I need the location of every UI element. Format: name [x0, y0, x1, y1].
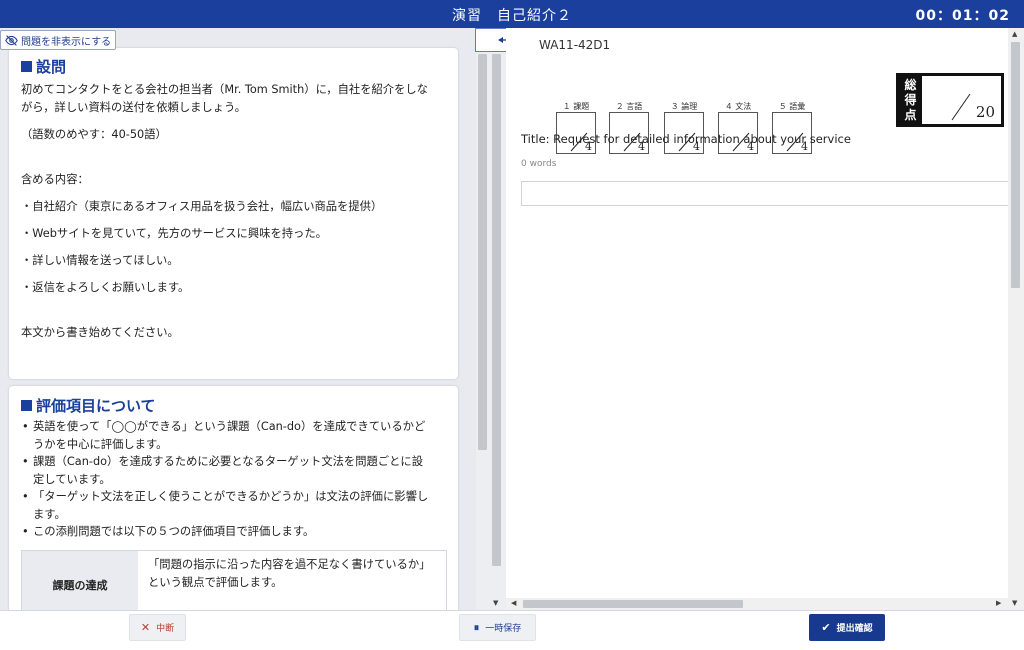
question-card: 設問 初めてコンタクトをとる会社の担当者（Mr. Tom Smith）に，自社を…: [9, 48, 458, 379]
answer-input[interactable]: [521, 181, 1008, 206]
question-line: 本文から書き始めてください。: [21, 326, 179, 339]
question-line: ・返信をよろしくお願いします。: [21, 281, 190, 294]
hide-question-button[interactable]: 問題を非表示にする: [0, 30, 117, 50]
question-line: [21, 153, 446, 162]
close-x-icon: ✕: [140, 621, 151, 634]
total-score-area: 20: [922, 76, 1001, 124]
heading-square-icon: [21, 400, 32, 411]
question-line: 初めてコンタクトをとる会社の担当者（Mr. Tom Smith）に，自社を紹介を…: [21, 83, 428, 96]
question-line: ・Webサイトを見ていて，先方のサービスに興味を持った。: [21, 227, 327, 240]
question-line: [21, 216, 446, 225]
scroll-up-arrow-icon[interactable]: ▲: [1012, 30, 1017, 38]
page-title: 演習 自己紹介２: [452, 8, 572, 24]
question-heading: 設問: [21, 56, 446, 77]
answer-pane: WA11-42D1 １ 課題 4 ２ 言語 4 ３ 論理 4 ４ 文法 4 ５ 語彙 4 総 得 …: [506, 28, 1008, 598]
question-line: ・自社紹介（東京にあるオフィス用品を扱う会社，幅広い商品を提供）: [21, 200, 383, 213]
answer-horizontal-scrollbar[interactable]: ◀ ▶: [506, 598, 1008, 610]
scroll-left-arrow-icon[interactable]: ◀: [511, 599, 516, 607]
evaluation-list: 英語を使って「◯◯ができる」という課題（Can-do）を達成できているかどうかを…: [21, 418, 446, 541]
scroll-right-arrow-icon[interactable]: ▶: [996, 599, 1001, 607]
evaluation-card: 評価項目について 英語を使って「◯◯ができる」という課題（Can-do）を達成で…: [9, 386, 458, 610]
question-line: ・詳しい情報を送ってほしい。: [21, 254, 179, 267]
submit-confirm-button[interactable]: ✔ 提出確認: [809, 614, 885, 641]
question-line: [21, 144, 446, 153]
table-header-cell: 課題の達成: [22, 551, 138, 610]
evaluation-heading: 評価項目について: [21, 395, 446, 416]
list-item: 英語を使って「◯◯ができる」という課題（Can-do）を達成できているかどうかを…: [21, 418, 446, 453]
question-line: [21, 270, 446, 279]
timer: 00：01：02: [915, 8, 1010, 24]
score-label: ３ 論理: [670, 102, 698, 111]
list-item: この添削問題では以下の５つの評価項目で評価します。: [21, 523, 446, 541]
list-item: 「ターゲット文法を正しく使うことができるかどうか」は文法の評価に影響します。: [21, 488, 446, 523]
problem-code: WA11-42D1: [539, 38, 611, 52]
question-pane: 設問 初めてコンタクトをとる会社の担当者（Mr. Tom Smith）に，自社を…: [0, 28, 476, 610]
suspend-button[interactable]: ✕ 中断: [129, 614, 186, 641]
total-score-box: 総 得 点 20: [896, 73, 1004, 127]
score-label: ４ 文法: [724, 102, 752, 111]
scroll-down-arrow-icon[interactable]: ▼: [1012, 599, 1017, 607]
heading-square-icon: [21, 61, 32, 72]
word-count: 0 words: [521, 159, 557, 169]
question-line: [21, 162, 446, 171]
check-icon: ✔: [821, 621, 831, 634]
table-cell: 「問題の指示に沿った内容を過不足なく書けているか」 という観点で評価します。: [148, 558, 431, 589]
question-line: 含める内容：: [21, 173, 89, 186]
question-line: [21, 117, 446, 126]
score-label: ５ 語彙: [778, 102, 806, 111]
answer-scrollbar[interactable]: ▲ ▼: [1008, 28, 1024, 610]
question-line: [21, 243, 446, 252]
question-text: 初めてコンタクトをとる会社の担当者（Mr. Tom Smith）に，自社を紹介を…: [21, 81, 446, 342]
essay-title: Title: Request for detailed information …: [521, 132, 851, 146]
eye-slash-icon: [5, 34, 18, 46]
question-line: [21, 189, 446, 198]
pause-icon: ⏸: [473, 620, 480, 634]
question-line: [21, 315, 446, 324]
scrollbar-thumb[interactable]: [523, 600, 743, 608]
question-line: （語数のめやす：40-50語）: [21, 128, 167, 141]
temporary-save-button[interactable]: ⏸ 一時保存: [459, 614, 536, 641]
scrollbar-thumb[interactable]: [492, 54, 501, 566]
scrollbar-thumb[interactable]: [1011, 42, 1020, 288]
evaluation-table: 課題の達成 「問題の指示に沿った内容を過不足なく書けているか」 という観点で評価…: [21, 550, 447, 610]
question-line: [21, 306, 446, 315]
footer-bar: ✕ 中断 ⏸ 一時保存 ✔ 提出確認: [0, 610, 1024, 650]
question-line: がら，詳しい資料の送付を依頼しましょう。: [21, 101, 246, 114]
total-max: 20: [975, 103, 995, 121]
header-bar: 演習 自己紹介２ 00：01：02: [0, 0, 1024, 28]
score-label: １ 課題: [562, 102, 590, 111]
score-label: ２ 言語: [615, 102, 643, 111]
question-line: [21, 297, 446, 306]
question-scrollbar[interactable]: ▼: [476, 28, 506, 610]
scrollbar-thumb[interactable]: [478, 54, 487, 450]
scroll-down-arrow-icon[interactable]: ▼: [493, 599, 498, 607]
list-item: 課題（Can-do）を達成するために必要となるターゲット文法を問題ごとに設定して…: [21, 453, 446, 488]
total-score-label: 総 得 点: [899, 76, 922, 124]
